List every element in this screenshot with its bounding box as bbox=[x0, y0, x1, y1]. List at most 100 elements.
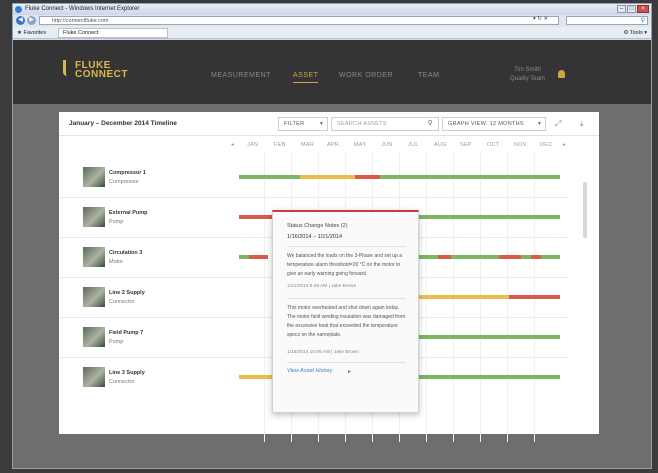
chevron-down-icon: ▾ bbox=[319, 121, 323, 127]
status-segment-warn[interactable] bbox=[418, 295, 509, 299]
month-label: JAN bbox=[247, 142, 259, 148]
refresh-stop-icons[interactable]: ▾ ↻ ✕ bbox=[533, 16, 548, 22]
asset-name[interactable]: Compressor 1 bbox=[109, 170, 146, 176]
scrollbar-thumb[interactable] bbox=[583, 182, 587, 238]
window-title: Fluke Connect - Windows Internet Explore… bbox=[25, 6, 140, 12]
asset-row[interactable]: Compressor 1 Compressor bbox=[59, 158, 569, 198]
favorites-label: Favorites bbox=[23, 30, 47, 36]
status-segment-bad[interactable] bbox=[498, 255, 522, 259]
status-segment-good[interactable] bbox=[450, 255, 499, 259]
status-segment-good[interactable] bbox=[418, 215, 560, 219]
status-segment-good[interactable] bbox=[380, 175, 560, 179]
tools-menu[interactable]: ⚙ Tools ▾ bbox=[624, 29, 648, 37]
search-icon[interactable]: ⚲ bbox=[641, 18, 645, 24]
user-icon[interactable] bbox=[558, 70, 565, 78]
back-button[interactable]: ◀ bbox=[16, 16, 25, 25]
asset-name[interactable]: External Pump bbox=[109, 210, 148, 216]
graph-view-dropdown[interactable]: GRAPH VIEW: 12 MONTHS ▾ bbox=[442, 117, 546, 131]
status-segment-good[interactable] bbox=[418, 255, 438, 259]
status-segment-bad[interactable] bbox=[248, 255, 268, 259]
month-label: JUN bbox=[381, 142, 393, 148]
nav-work-order[interactable]: WORK ORDER bbox=[339, 72, 393, 79]
download-icon[interactable]: ⤓ bbox=[580, 119, 584, 129]
status-segment-good[interactable] bbox=[540, 255, 560, 259]
asset-type: Connector bbox=[109, 299, 135, 305]
month-label: APR bbox=[327, 142, 340, 148]
month-label: FEB bbox=[274, 142, 286, 148]
window-controls: – □ × bbox=[617, 5, 649, 13]
asset-thumbnail bbox=[83, 287, 105, 307]
asset-type: Motor bbox=[109, 259, 124, 265]
favorites-row: ★ Favorites Fluke Connect ⚙ Tools ▾ bbox=[13, 27, 651, 39]
note-meta: 1/16/2014 10:08 AM | Jake Brown bbox=[287, 350, 359, 355]
window-titlebar: Fluke Connect - Windows Internet Explore… bbox=[13, 4, 651, 15]
status-segment-good[interactable] bbox=[521, 255, 532, 259]
asset-type: Compressor bbox=[109, 179, 139, 185]
asset-thumbnail bbox=[83, 207, 105, 227]
month-label: OCT bbox=[487, 142, 500, 148]
user-info[interactable]: Tim Smith Quality Team bbox=[510, 66, 545, 84]
tools-label: Tools bbox=[629, 30, 643, 36]
asset-name[interactable]: Circulation 3 bbox=[109, 250, 142, 256]
asset-name[interactable]: Field Pump 7 bbox=[109, 330, 143, 336]
search-icon[interactable]: ⚲ bbox=[428, 118, 433, 130]
timeline-toolbar: January – December 2014 Timeline FILTER … bbox=[59, 112, 599, 136]
search-placeholder: SEARCH ASSETS bbox=[337, 121, 387, 127]
minimize-button[interactable]: – bbox=[617, 5, 626, 13]
nav-team[interactable]: TEAM bbox=[418, 72, 439, 79]
browser-window: Fluke Connect - Windows Internet Explore… bbox=[12, 3, 652, 469]
browser-search-box[interactable]: ⚲ bbox=[566, 16, 648, 25]
asset-thumbnail bbox=[83, 247, 105, 267]
user-name: Tim Smith bbox=[514, 67, 541, 73]
status-segment-bad[interactable] bbox=[354, 175, 381, 179]
status-bar[interactable] bbox=[239, 175, 560, 179]
user-team: Quality Team bbox=[510, 76, 545, 82]
status-segment-bad[interactable] bbox=[437, 255, 451, 259]
view-asset-history-link[interactable]: View Asset History bbox=[287, 368, 333, 374]
timeline-panel: January – December 2014 Timeline FILTER … bbox=[59, 112, 599, 442]
month-label: JUL bbox=[408, 142, 419, 148]
app-logo[interactable]: FLUKE CONNECT bbox=[75, 61, 128, 80]
status-segment-bad[interactable] bbox=[531, 255, 541, 259]
divider bbox=[287, 246, 406, 247]
search-assets-input[interactable]: SEARCH ASSETS ⚲ bbox=[331, 117, 439, 131]
asset-thumbnail bbox=[83, 167, 105, 187]
maximize-button[interactable]: □ bbox=[627, 5, 636, 13]
status-segment-good[interactable] bbox=[239, 175, 300, 179]
filter-label: FILTER bbox=[284, 121, 305, 127]
tab-label: Fluke Connect bbox=[63, 30, 99, 36]
web-page: FLUKE CONNECT MEASUREMENT ASSET WORK ORD… bbox=[13, 40, 651, 468]
forward-button[interactable]: ▶ bbox=[27, 16, 36, 25]
timeline-title: January – December 2014 Timeline bbox=[69, 120, 177, 127]
app-header: FLUKE CONNECT MEASUREMENT ASSET WORK ORD… bbox=[13, 40, 651, 104]
address-row: ◀ ▶ http://connectfluke.com ▾ ↻ ✕ ⚲ bbox=[13, 15, 651, 27]
nav-asset[interactable]: ASSET bbox=[293, 72, 319, 83]
nav-measurement[interactable]: MEASUREMENT bbox=[211, 72, 271, 79]
favorites-button[interactable]: ★ Favorites bbox=[17, 29, 46, 37]
divider bbox=[287, 362, 406, 363]
next-year-arrow-icon[interactable]: ▸ bbox=[563, 142, 566, 148]
asset-type: Pump bbox=[109, 339, 124, 345]
status-segment-bad[interactable] bbox=[508, 295, 560, 299]
divider bbox=[287, 298, 406, 299]
asset-name[interactable]: Line 2 Supply bbox=[109, 290, 145, 296]
note-meta: 1/21/2014 6:48 AM | Jake Brown bbox=[287, 284, 357, 289]
ie-logo-icon bbox=[15, 6, 22, 13]
filter-dropdown[interactable]: FILTER ▾ bbox=[278, 117, 328, 131]
chevron-down-icon: ▾ bbox=[537, 121, 541, 127]
month-label: SEP bbox=[460, 142, 472, 148]
logo-line2: CONNECT bbox=[75, 69, 128, 80]
status-segment-good[interactable] bbox=[239, 255, 249, 259]
browser-tab[interactable]: Fluke Connect bbox=[58, 28, 168, 38]
status-note: This motor overheated and shut down agai… bbox=[287, 305, 406, 338]
asset-name[interactable]: Line 3 Supply bbox=[109, 370, 145, 376]
close-button[interactable]: × bbox=[637, 5, 649, 13]
chevron-right-icon[interactable]: ▸ bbox=[348, 368, 351, 375]
status-segment-good[interactable] bbox=[418, 335, 560, 339]
expand-icon[interactable]: ⤢ bbox=[555, 119, 561, 129]
status-segment-good[interactable] bbox=[418, 375, 560, 379]
status-segment-warn[interactable] bbox=[299, 175, 355, 179]
prev-year-arrow-icon[interactable]: ◂ bbox=[231, 142, 234, 148]
address-bar[interactable]: http://connectfluke.com bbox=[39, 16, 559, 25]
asset-thumbnail bbox=[83, 367, 105, 387]
